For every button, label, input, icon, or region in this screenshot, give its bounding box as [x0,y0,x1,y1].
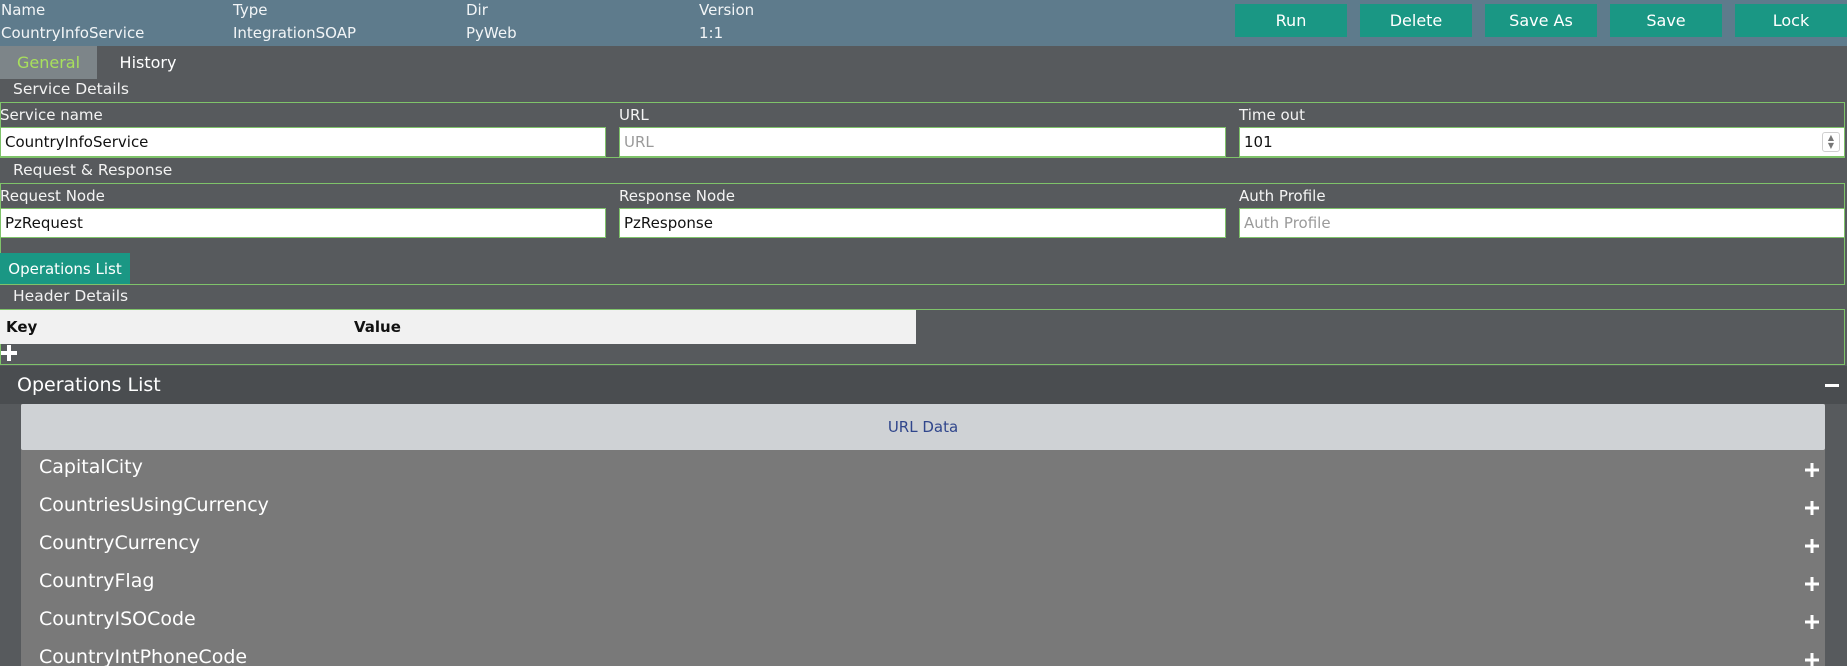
expand-plus-icon[interactable] [1805,577,1819,591]
spinner-icon[interactable]: ▲ ▼ [1822,132,1840,152]
response-node-label: Response Node [619,187,735,205]
meta-dir-label: Dir [466,1,488,19]
save-as-button[interactable]: Save As [1485,4,1597,37]
timeout-input[interactable]: 101 ▲ ▼ [1239,127,1845,157]
meta-type: Type IntegrationSOAP [233,0,356,42]
url-data-bar[interactable]: URL Data [21,404,1825,450]
service-name-label: Service name [0,106,103,124]
column-value: Value [354,318,401,336]
expand-plus-icon[interactable] [1805,539,1819,553]
add-header-plus-icon[interactable] [1,345,17,361]
lock-button[interactable]: Lock [1735,4,1847,37]
service-details-title: Service Details [13,80,129,98]
save-button[interactable]: Save [1610,4,1722,37]
operation-name: CountryISOCode [39,608,196,630]
request-response-title: Request & Response [13,161,173,179]
request-node-label: Request Node [0,187,105,205]
tab-general[interactable]: General [0,46,97,79]
header-details-title: Header Details [13,287,129,305]
chevron-down-icon[interactable]: ▼ [1828,142,1834,150]
meta-name-label: Name [1,1,46,19]
operation-name: CountryFlag [39,570,155,592]
delete-button[interactable]: Delete [1360,4,1472,37]
list-item[interactable]: CountryISOCode [21,604,1825,642]
meta-version-label: Version [699,1,755,19]
list-item[interactable]: CountryIntPhoneCode [21,642,1825,666]
header-table: Key Value [0,310,916,344]
auth-profile-label: Auth Profile [1239,187,1326,205]
meta-name-value: CountryInfoService [1,24,145,42]
request-node-input[interactable]: PzRequest [0,208,606,238]
meta-version: Version 1:1 [699,0,754,42]
list-item[interactable]: CountryFlag [21,566,1825,604]
operation-name: CapitalCity [39,456,143,478]
column-key: Key [6,318,38,336]
meta-dir: Dir PyWeb [466,0,517,42]
meta-type-value: IntegrationSOAP [233,24,357,42]
list-item[interactable]: CountriesUsingCurrency [21,490,1825,528]
meta-name: Name CountryInfoService [1,0,144,42]
list-item[interactable]: CapitalCity [21,452,1825,490]
timeout-label: Time out [1239,106,1306,124]
operation-name: CountriesUsingCurrency [39,494,269,516]
operations-title: Operations List [17,374,161,396]
operation-name: CountryIntPhoneCode [39,646,248,666]
service-name-input[interactable]: CountryInfoService [0,127,606,157]
tab-history[interactable]: History [97,46,199,79]
list-item[interactable]: CountryCurrency [21,528,1825,566]
url-label: URL [619,106,649,124]
expand-plus-icon[interactable] [1805,463,1819,477]
meta-type-label: Type [233,1,268,19]
timeout-value: 101 [1244,133,1273,151]
auth-profile-input[interactable]: Auth Profile [1239,208,1845,238]
response-node-input[interactable]: PzResponse [619,208,1226,238]
operations-header[interactable]: Operations List [0,366,1847,404]
meta-dir-value: PyWeb [466,24,517,42]
meta-version-value: 1:1 [699,24,724,42]
top-bar: Name CountryInfoService Type Integration… [0,0,1847,46]
url-input[interactable]: URL [619,127,1226,157]
run-button[interactable]: Run [1235,4,1347,37]
operation-name: CountryCurrency [39,532,201,554]
minus-icon[interactable] [1825,384,1839,387]
expand-plus-icon[interactable] [1805,615,1819,629]
expand-plus-icon[interactable] [1805,501,1819,515]
operations-list-button[interactable]: Operations List [0,253,130,284]
expand-plus-icon[interactable] [1805,653,1819,666]
